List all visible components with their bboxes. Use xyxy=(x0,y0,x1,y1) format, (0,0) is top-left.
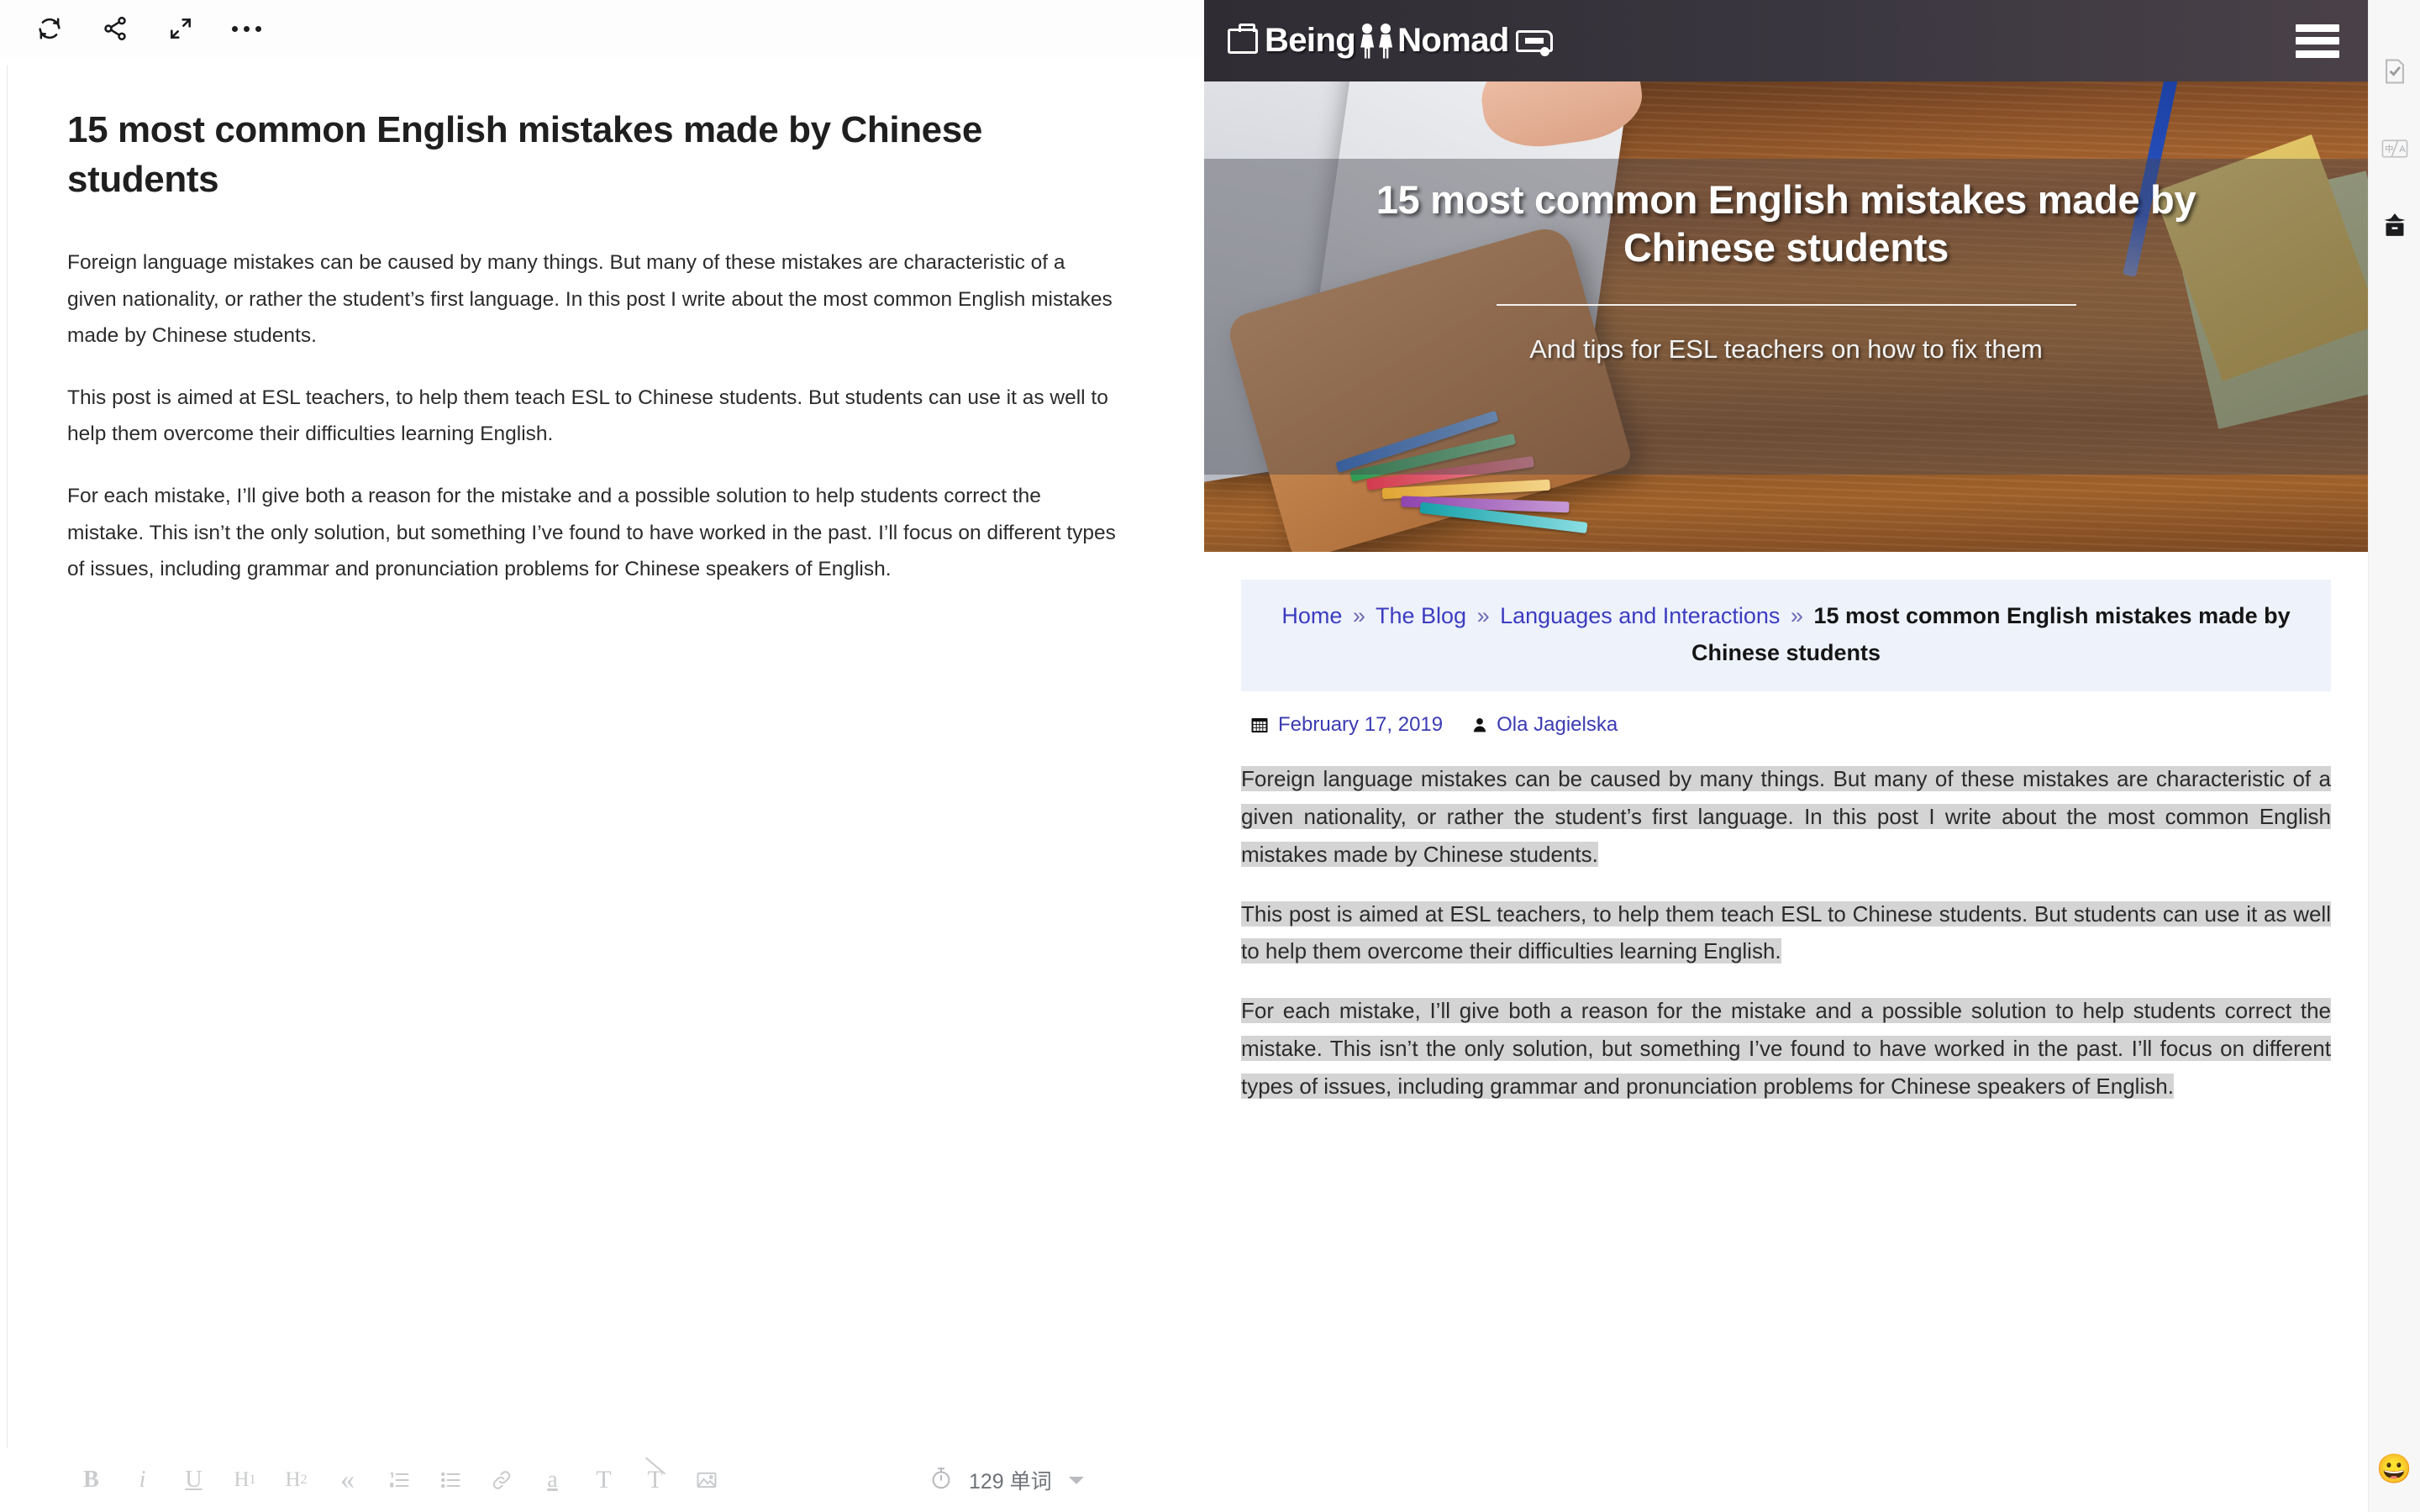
breadcrumb: Home » The Blog » Languages and Interact… xyxy=(1241,580,2331,692)
translate-icon[interactable]: 中 A xyxy=(2375,129,2414,168)
italic-button[interactable]: i xyxy=(117,1455,168,1505)
svg-text:中: 中 xyxy=(2385,144,2393,155)
breadcrumb-current-page: 15 most common English mistakes made by … xyxy=(1691,603,2291,665)
highlighted-text: For each mistake, I’ll give both a reaso… xyxy=(1241,998,2331,1099)
breadcrumb-item-languages-and-interactions[interactable]: Languages and Interactions xyxy=(1500,603,1780,628)
unordered-list-button[interactable] xyxy=(424,1455,476,1505)
document-title[interactable]: 15 most common English mistakes made by … xyxy=(67,106,1092,204)
post-date[interactable]: February 17, 2019 xyxy=(1278,713,1443,737)
post-area: Home » The Blog » Languages and Interact… xyxy=(1204,580,2368,1105)
text-style-button[interactable]: T xyxy=(578,1455,629,1505)
calendar-icon xyxy=(1249,715,1270,735)
editor-pane: 15 most common English mistakes made by … xyxy=(0,0,1204,1512)
site-logo-text-being: Being xyxy=(1265,22,1356,59)
site-header: Being Nomad xyxy=(1204,0,2368,81)
site-logo-text-nomad: Nomad xyxy=(1397,22,1509,59)
editor-content[interactable]: 15 most common English mistakes made by … xyxy=(0,57,1204,1448)
heading-2-button[interactable]: H2 xyxy=(271,1455,322,1505)
heading-1-button[interactable]: H1 xyxy=(219,1455,271,1505)
caravan-icon xyxy=(1515,29,1553,56)
app-window: 15 most common English mistakes made by … xyxy=(0,0,2420,1512)
hamburger-menu-icon[interactable] xyxy=(2296,24,2339,58)
insert-image-button[interactable] xyxy=(681,1455,732,1505)
document-paragraph[interactable]: This post is aimed at ESL teachers, to h… xyxy=(67,380,1118,453)
bold-button[interactable]: B xyxy=(66,1455,117,1505)
post-paragraph[interactable]: Foreign language mistakes can be caused … xyxy=(1241,760,2331,873)
preview-pane: Being Nomad 15 most common English mista… xyxy=(1204,0,2368,1512)
highlighted-text: This post is aimed at ESL teachers, to h… xyxy=(1241,900,2331,964)
chevron-down-icon[interactable] xyxy=(1068,1476,1084,1484)
link-button[interactable] xyxy=(476,1455,527,1505)
hero-subtitle: And tips for ESL teachers on how to fix … xyxy=(1529,333,2043,364)
hero-divider xyxy=(1496,303,2076,306)
fullscreen-icon[interactable] xyxy=(148,0,213,57)
word-count-control[interactable]: 129 单词 xyxy=(929,1448,1084,1512)
more-options-icon[interactable] xyxy=(213,0,279,57)
tool-rail: 中 A 😀 xyxy=(2368,0,2420,1512)
breadcrumb-item-home[interactable]: Home xyxy=(1281,603,1342,628)
spellcheck-document-icon[interactable] xyxy=(2375,52,2414,91)
svg-text:A: A xyxy=(2399,144,2406,155)
two-people-icon xyxy=(1359,23,1394,59)
stopwatch-icon xyxy=(929,1466,954,1495)
post-meta: February 17, 2019 Ola Jagielska xyxy=(1249,713,2331,737)
editor-format-toolbar: B i U H1 H2 « a T T 129 单词 xyxy=(0,1448,1204,1512)
post-author[interactable]: Ola Jagielska xyxy=(1497,713,1618,737)
underline-button[interactable]: U xyxy=(168,1455,219,1505)
hero-banner: 15 most common English mistakes made by … xyxy=(1204,81,2368,552)
archive-box-icon[interactable] xyxy=(2375,207,2414,245)
breadcrumb-separator: » xyxy=(1790,603,1803,628)
breadcrumb-separator: » xyxy=(1352,603,1365,628)
breadcrumb-item-the-blog[interactable]: The Blog xyxy=(1376,603,1466,628)
word-count-label: 129 单词 xyxy=(969,1470,1052,1494)
share-icon[interactable] xyxy=(82,0,148,57)
document-paragraph[interactable]: Foreign language mistakes can be caused … xyxy=(67,244,1118,354)
suitcase-icon xyxy=(1228,23,1258,54)
ordered-list-button[interactable] xyxy=(373,1455,424,1505)
clear-format-button[interactable]: T xyxy=(629,1455,681,1505)
user-icon xyxy=(1471,716,1488,734)
blockquote-button[interactable]: « xyxy=(322,1455,373,1505)
emoji-button[interactable]: 😀 xyxy=(2376,1455,2412,1483)
hero-title: 15 most common English mistakes made by … xyxy=(1376,177,2196,270)
highlight-button[interactable]: a xyxy=(527,1455,578,1505)
highlighted-text: Foreign language mistakes can be caused … xyxy=(1241,766,2331,867)
ellipsis-dots xyxy=(231,25,261,32)
document-paragraph[interactable]: For each mistake, I’ll give both a reaso… xyxy=(67,478,1118,588)
hero-content: 15 most common English mistakes made by … xyxy=(1204,81,2368,552)
site-logo[interactable]: Being Nomad xyxy=(1228,22,1553,60)
breadcrumb-separator: » xyxy=(1476,603,1490,628)
sync-icon[interactable] xyxy=(17,0,82,57)
post-paragraph[interactable]: This post is aimed at ESL teachers, to h… xyxy=(1241,895,2331,970)
editor-top-toolbar xyxy=(0,0,1204,57)
post-paragraph[interactable]: For each mistake, I’ll give both a reaso… xyxy=(1241,992,2331,1105)
